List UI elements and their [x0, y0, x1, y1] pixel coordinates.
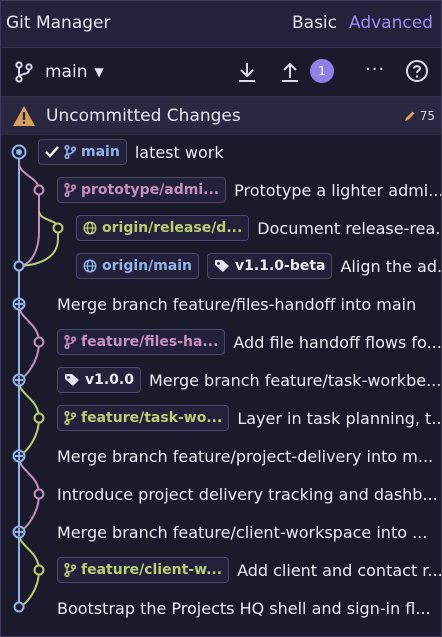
branch-tag[interactable]: feature/task-wo...	[57, 405, 230, 431]
commit-row[interactable]: main latest work	[1, 133, 441, 171]
help-icon[interactable]	[405, 59, 429, 83]
commit-row[interactable]: Merge branch feature/client-workspace in…	[1, 513, 441, 551]
warning-icon	[13, 106, 35, 126]
commit-row[interactable]: feature/client-w... Add client and conta…	[1, 551, 442, 589]
check-icon	[45, 146, 59, 158]
title-bar: Git Manager Basic Advanced	[1, 1, 441, 48]
tag-label: v1.0.0	[85, 372, 134, 388]
commit-row[interactable]: origin/main v1.1.0-beta Align the ad...	[1, 247, 442, 285]
tag-label: feature/files-ha...	[81, 334, 219, 350]
branch-tag[interactable]: prototype/admi...	[57, 177, 227, 203]
changed-files-value: 75	[419, 109, 435, 123]
commit-row[interactable]: feature/task-wo... Layer in task plannin…	[1, 399, 442, 437]
commit-row[interactable]: prototype/admi... Prototype a lighter ad…	[1, 171, 442, 209]
pull-icon[interactable]	[236, 60, 258, 84]
remote-branch-tag[interactable]: origin/release/d...	[76, 215, 250, 241]
branch-tag-main[interactable]: main	[38, 139, 127, 165]
commit-message: Introduce project delivery tracking and …	[57, 484, 438, 504]
tag-icon	[215, 260, 230, 272]
globe-icon	[83, 221, 97, 235]
tag-label: prototype/admi...	[81, 182, 220, 198]
commit-row[interactable]: v1.0.0 Merge branch feature/task-workbe.…	[1, 361, 442, 399]
commit-row[interactable]: Merge branch feature/project-delivery in…	[1, 437, 441, 475]
branch-icon	[64, 145, 76, 159]
commit-message: Add file handoff flows fo...	[233, 332, 442, 352]
branch-icon	[64, 411, 76, 425]
remote-branch-tag[interactable]: origin/main	[76, 253, 200, 279]
pencil-icon	[404, 111, 415, 121]
more-options-icon[interactable]: ···	[365, 59, 385, 80]
version-tag[interactable]: v1.1.0-beta	[207, 253, 333, 279]
branch-icon	[15, 61, 33, 83]
push-icon[interactable]	[279, 60, 301, 84]
tag-label: v1.1.0-beta	[235, 258, 326, 274]
commit-row[interactable]: origin/release/d... Document release-rea…	[1, 209, 442, 247]
push-count-badge: 1	[310, 59, 334, 83]
commit-message: Merge branch feature/files-handoff into …	[57, 294, 417, 314]
tag-label: feature/client-w...	[81, 562, 223, 578]
globe-icon	[83, 259, 97, 273]
tag-label: feature/task-wo...	[81, 410, 223, 426]
tag-label: origin/main	[102, 258, 193, 274]
branch-tag[interactable]: feature/client-w...	[57, 557, 230, 583]
commit-row[interactable]: feature/files-ha... Add file handoff flo…	[1, 323, 442, 361]
changed-files-count: 75	[404, 109, 435, 123]
version-tag[interactable]: v1.0.0	[57, 367, 141, 393]
tag-icon	[65, 374, 79, 386]
branch-icon	[64, 183, 76, 197]
commit-message: Merge branch feature/task-workbe...	[149, 370, 442, 390]
chevron-down-icon: ▼	[94, 65, 104, 79]
commit-message: Prototype a lighter admi...	[234, 180, 442, 200]
tag-label: main	[81, 144, 120, 160]
git-manager-window: Git Manager Basic Advanced main ▼ 1 ···	[0, 0, 442, 637]
commit-message: Bootstrap the Projects HQ shell and sign…	[57, 598, 431, 618]
commit-row[interactable]: Bootstrap the Projects HQ shell and sign…	[1, 589, 441, 627]
current-branch-label: main	[45, 62, 88, 82]
commit-message: Add client and contact r...	[237, 560, 442, 580]
branch-icon	[64, 563, 76, 577]
commit-message: Merge branch feature/client-workspace in…	[57, 522, 428, 542]
commit-row[interactable]: Introduce project delivery tracking and …	[1, 475, 441, 513]
mode-advanced-button[interactable]: Advanced	[349, 13, 433, 33]
tag-label: origin/release/d...	[102, 220, 243, 236]
branch-tag[interactable]: feature/files-ha...	[57, 329, 226, 355]
branch-icon	[64, 335, 76, 349]
uncommitted-changes-row[interactable]: Uncommitted Changes 75	[1, 97, 441, 135]
app-title: Git Manager	[6, 13, 111, 33]
commit-message: Document release-rea...	[257, 218, 442, 238]
branch-selector[interactable]: main ▼	[13, 58, 104, 86]
commit-message: latest work	[134, 142, 224, 162]
commit-message: Layer in task planning, t...	[237, 408, 442, 428]
commit-message: Align the ad...	[340, 256, 442, 276]
mode-basic-button[interactable]: Basic	[292, 13, 337, 33]
commit-message: Merge branch feature/project-delivery in…	[57, 446, 434, 466]
commit-row[interactable]: Merge branch feature/files-handoff into …	[1, 285, 441, 323]
uncommitted-label: Uncommitted Changes	[46, 106, 241, 126]
